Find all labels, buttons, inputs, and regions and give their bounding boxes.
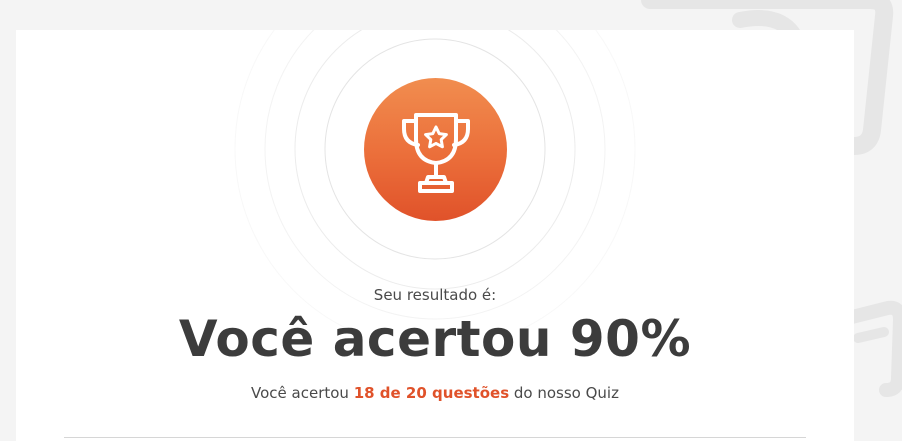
result-detail: Você acertou 18 de 20 questões do nosso … [16, 384, 854, 402]
result-card: Seu resultado é: Você acertou 90% Você a… [16, 30, 854, 441]
correct-answers-count: 18 de 20 questões [353, 384, 510, 402]
result-label: Seu resultado é: [373, 286, 497, 304]
quiz-result-page: Seu resultado é: Você acertou 90% Você a… [0, 0, 902, 441]
trophy-star-icon [401, 112, 470, 193]
result-title: Você acertou 90% [178, 310, 692, 368]
result-detail-prefix: Você acertou [251, 384, 354, 402]
divider [64, 437, 806, 438]
result-detail-suffix: do nosso Quiz [509, 384, 619, 402]
trophy-badge [364, 78, 507, 221]
